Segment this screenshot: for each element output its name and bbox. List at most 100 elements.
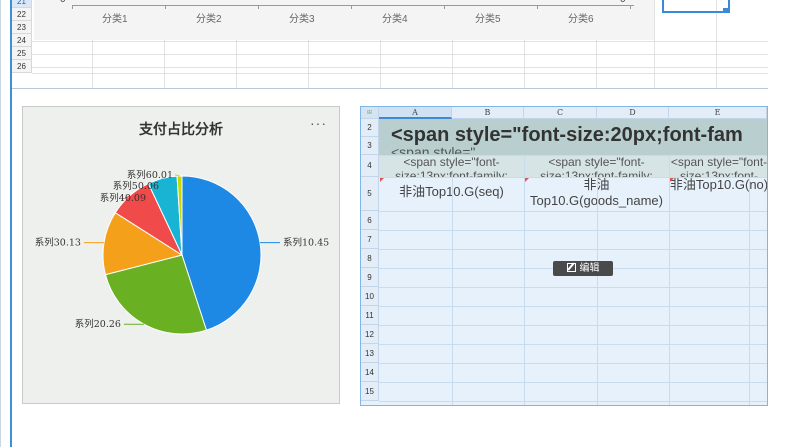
embedded-bar-chart[interactable]: 0 分类1 分类2 分类3 分类4 分类5 分类6 — [34, 0, 654, 40]
row-header[interactable]: 3 — [361, 137, 379, 155]
slice-label: 系列50.06 — [113, 180, 159, 192]
gridline — [379, 230, 767, 231]
column-title-cell[interactable]: <span style="font-size:13px;font-family: — [524, 155, 669, 177]
gridline — [524, 40, 525, 88]
category-label: 分类4 — [382, 14, 408, 25]
row-header[interactable]: 26 — [12, 60, 32, 73]
cell-flag-icon — [380, 178, 384, 182]
data-field-cell[interactable]: 非油Top10.G(no) — [669, 177, 767, 211]
column-header[interactable]: B — [452, 107, 524, 119]
column-header[interactable]: E — [669, 107, 767, 119]
gridline — [524, 155, 525, 405]
report-sheet-widget[interactable]: ⊞ A B C D E 2 3 4 5 6 7 8 9 10 11 12 13 … — [360, 106, 768, 406]
gridline — [597, 177, 598, 405]
column-title-cell[interactable]: <span style="font-size:13px;font-family: — [669, 155, 767, 177]
row-header[interactable]: 6 — [361, 211, 379, 230]
row-header[interactable]: 25 — [12, 47, 32, 60]
axis-tick — [258, 5, 259, 9]
column-header[interactable]: C — [524, 107, 597, 119]
fill-handle[interactable] — [723, 8, 728, 13]
row-header[interactable]: 12 — [361, 325, 379, 344]
gridline — [379, 344, 767, 345]
row-header[interactable]: 8 — [361, 249, 379, 268]
gridline — [654, 0, 655, 88]
gridline — [452, 177, 453, 405]
axis-tick — [351, 5, 352, 9]
column-header[interactable]: D — [597, 107, 669, 119]
gridline — [379, 401, 767, 402]
select-all-corner[interactable]: ⊞ — [361, 107, 379, 119]
pie-chart-widget[interactable]: 系列10.45 系列20.26 系列30.13 系列40.09 系列50.06 系列60.… — [22, 106, 340, 404]
row-header[interactable]: 13 — [361, 344, 379, 363]
gridline — [308, 40, 309, 88]
row-header[interactable]: 11 — [361, 306, 379, 325]
gridline — [379, 211, 767, 212]
row-header[interactable]: 9 — [361, 268, 379, 287]
row-header[interactable]: 23 — [12, 21, 32, 34]
category-label: 分类6 — [568, 14, 594, 25]
gridline — [452, 40, 453, 88]
slice-label: 系列10.45 — [283, 237, 329, 249]
category-label: 分类3 — [289, 14, 315, 25]
gridline — [236, 40, 237, 88]
more-menu-icon[interactable]: ··· — [310, 115, 327, 131]
edit-icon — [566, 263, 576, 272]
gridline — [379, 325, 767, 326]
axis-tick — [444, 5, 445, 9]
gridline — [379, 306, 767, 307]
column-header[interactable]: A — [379, 107, 452, 119]
gridline — [596, 40, 597, 88]
gridline — [379, 177, 767, 178]
slice-label: 系列40.09 — [100, 192, 146, 204]
row-header[interactable]: 5 — [361, 177, 379, 211]
gridline — [32, 67, 768, 68]
gridline — [164, 40, 165, 88]
gridline — [379, 363, 767, 364]
right-margin — [768, 0, 801, 447]
gridline — [379, 287, 767, 288]
row-header[interactable]: 24 — [12, 34, 32, 47]
column-title-cell[interactable]: <span style="font-size:13px;font-family: — [379, 155, 524, 177]
row-header[interactable]: 14 — [361, 363, 379, 382]
gridline — [380, 40, 381, 88]
title-cell-overflow: <span style=" ... — [391, 144, 491, 154]
category-label: 分类1 — [102, 14, 128, 25]
chart-title: 支付占比分析 — [139, 121, 223, 137]
gridline — [379, 382, 767, 383]
category-label: 分类2 — [196, 14, 222, 25]
gridline — [32, 73, 768, 74]
row-header[interactable]: 7 — [361, 230, 379, 249]
top-spreadsheet[interactable]: 21 22 23 24 25 26 0 分类1 分类2 分类3 分类4 分类5 … — [12, 0, 768, 88]
row-header[interactable]: 2 — [361, 119, 379, 137]
gridline — [669, 155, 670, 405]
outer-frame-line — [0, 0, 1, 447]
row-header[interactable]: 15 — [361, 382, 379, 401]
gridline — [749, 177, 750, 405]
edit-button[interactable]: 编辑 — [553, 261, 613, 276]
axis-zero-label: 0 — [60, 0, 66, 5]
section-divider — [12, 88, 768, 89]
gridline — [379, 249, 767, 250]
slice-label: 系列30.13 — [35, 237, 81, 249]
axis-tick — [537, 5, 538, 9]
category-label: 分类5 — [475, 14, 501, 25]
gridline — [32, 41, 768, 42]
axis-tick — [630, 5, 631, 9]
x-axis-line — [72, 5, 634, 6]
row-header[interactable]: 10 — [361, 287, 379, 306]
pie-chart: 系列10.45 系列20.26 系列30.13 系列40.09系列50.06系列60.… — [35, 169, 329, 335]
gridline — [379, 155, 767, 156]
cell-flag-icon — [670, 178, 674, 182]
row-header[interactable]: 4 — [361, 155, 379, 177]
gridline — [92, 40, 93, 88]
edit-button-label: 编辑 — [579, 263, 600, 274]
cell-flag-icon — [525, 178, 529, 182]
gridline — [32, 54, 768, 55]
row-header[interactable]: 21 — [12, 0, 32, 8]
axis-tick — [72, 5, 73, 9]
axis-tick — [165, 5, 166, 9]
sheet-body[interactable]: <span style="font-size:20px;font-fam <sp… — [379, 119, 767, 405]
selected-cell[interactable] — [662, 0, 730, 13]
row-header[interactable]: 22 — [12, 8, 32, 21]
axis-zero-label-right: 0 — [620, 0, 626, 5]
